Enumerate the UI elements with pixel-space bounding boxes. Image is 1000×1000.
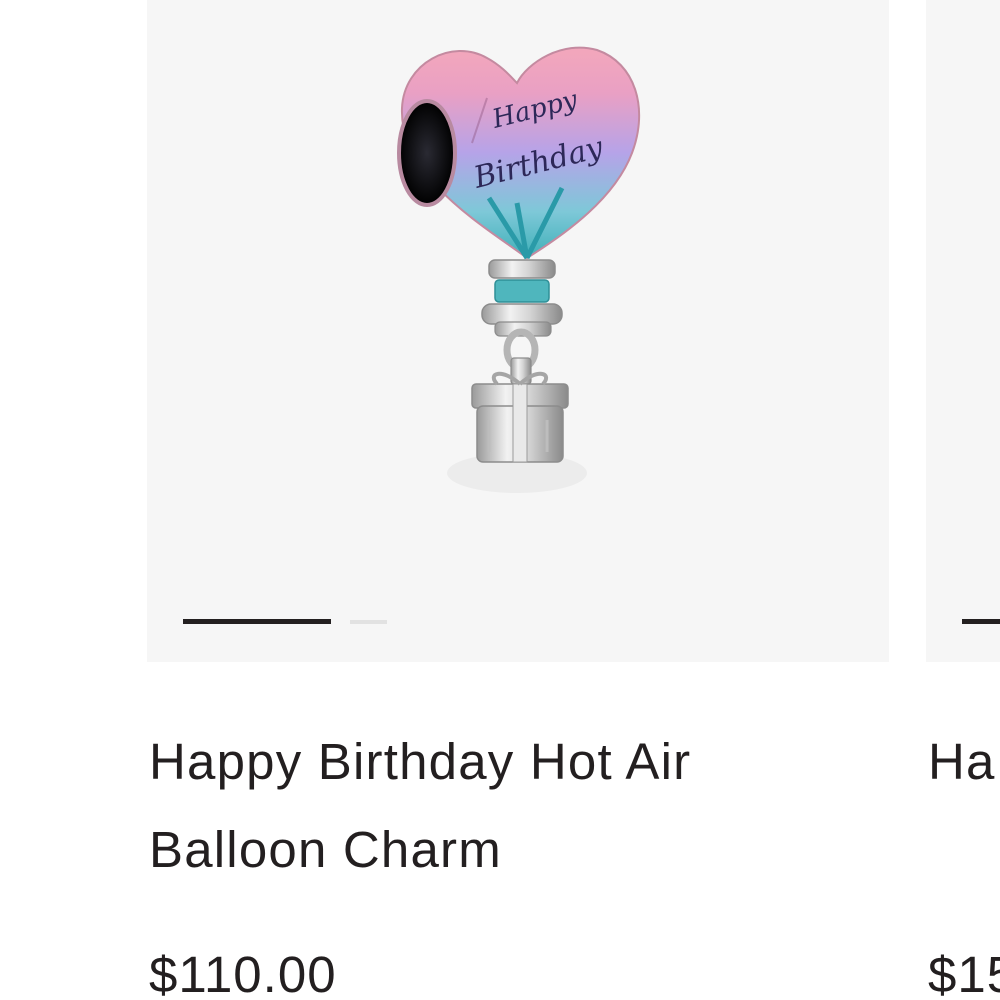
product-card[interactable]: Happy Birthday Happy Birthday Hot Air Ba… bbox=[147, 0, 889, 1000]
product-card-next[interactable]: Ha Da $15 bbox=[926, 0, 1000, 1000]
product-grid: Happy Birthday Happy Birthday Hot Air Ba… bbox=[0, 0, 1000, 1000]
carousel-indicator-active[interactable] bbox=[183, 619, 331, 624]
product-price: $110.00 bbox=[149, 946, 337, 1000]
carousel-indicator-inactive[interactable] bbox=[350, 620, 387, 624]
product-image-carousel-next[interactable] bbox=[926, 0, 1000, 662]
product-price-next: $15 bbox=[928, 946, 1000, 1000]
carousel-indicator-active[interactable] bbox=[962, 619, 1000, 624]
gift-box bbox=[471, 371, 569, 463]
product-name-next[interactable]: Ha Da bbox=[928, 718, 1000, 806]
product-image-carousel[interactable]: Happy Birthday bbox=[147, 0, 889, 662]
product-image[interactable]: Happy Birthday bbox=[377, 28, 657, 498]
product-name[interactable]: Happy Birthday Hot Air Balloon Charm bbox=[149, 718, 869, 894]
balloon-opening bbox=[397, 99, 457, 207]
